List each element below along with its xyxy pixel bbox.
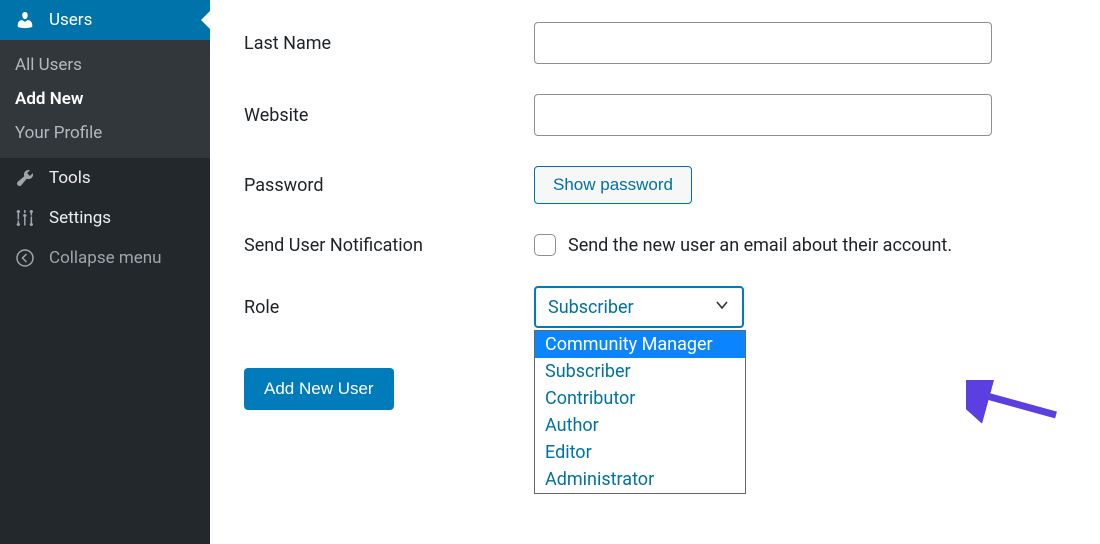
- role-row: Role Subscriber Community Manager Subscr…: [244, 286, 1080, 328]
- admin-sidebar: Users All Users Add New Your Profile Too…: [0, 0, 210, 544]
- sidebar-item-label: Collapse menu: [49, 248, 162, 268]
- sidebar-item-label: Settings: [49, 208, 111, 228]
- role-select[interactable]: Subscriber: [534, 286, 744, 328]
- add-new-user-button[interactable]: Add New User: [244, 368, 394, 410]
- website-input[interactable]: [534, 94, 992, 136]
- main-content: Last Name Website Password Show password…: [210, 0, 1100, 544]
- role-option-editor[interactable]: Editor: [535, 439, 745, 466]
- wrench-icon: [15, 168, 39, 188]
- last-name-label: Last Name: [244, 33, 534, 54]
- notification-checkbox[interactable]: [534, 234, 556, 256]
- notification-checkbox-wrap: Send the new user an email about their a…: [534, 234, 952, 256]
- sidebar-item-tools[interactable]: Tools: [0, 158, 210, 198]
- role-option-administrator[interactable]: Administrator: [535, 466, 745, 493]
- role-option-subscriber[interactable]: Subscriber: [535, 358, 745, 385]
- chevron-down-icon: [714, 297, 730, 318]
- role-select-wrap: Subscriber Community Manager Subscriber …: [534, 286, 744, 328]
- user-icon: [15, 10, 39, 30]
- submenu-your-profile[interactable]: Your Profile: [0, 116, 210, 150]
- website-row: Website: [244, 94, 1080, 136]
- role-option-author[interactable]: Author: [535, 412, 745, 439]
- submenu-all-users[interactable]: All Users: [0, 48, 210, 82]
- users-submenu: All Users Add New Your Profile: [0, 40, 210, 158]
- notification-label: Send User Notification: [244, 235, 534, 256]
- website-label: Website: [244, 105, 534, 126]
- password-label: Password: [244, 175, 534, 196]
- password-row: Password Show password: [244, 166, 1080, 204]
- role-label: Role: [244, 297, 534, 318]
- sidebar-item-users[interactable]: Users: [0, 0, 210, 40]
- role-dropdown: Community Manager Subscriber Contributor…: [534, 330, 746, 494]
- sidebar-item-label: Tools: [49, 168, 91, 188]
- collapse-icon: [15, 248, 39, 268]
- notification-checkbox-label: Send the new user an email about their a…: [568, 235, 952, 256]
- role-option-contributor[interactable]: Contributor: [535, 385, 745, 412]
- last-name-row: Last Name: [244, 22, 1080, 64]
- submenu-add-new[interactable]: Add New: [0, 82, 210, 116]
- sidebar-item-settings[interactable]: Settings: [0, 198, 210, 238]
- sidebar-collapse[interactable]: Collapse menu: [0, 238, 210, 278]
- show-password-button[interactable]: Show password: [534, 166, 692, 204]
- sliders-icon: [15, 208, 39, 228]
- sidebar-item-label: Users: [49, 10, 92, 30]
- notification-row: Send User Notification Send the new user…: [244, 234, 1080, 256]
- role-option-community-manager[interactable]: Community Manager: [535, 331, 745, 358]
- role-selected-value: Subscriber: [548, 297, 634, 318]
- last-name-input[interactable]: [534, 22, 992, 64]
